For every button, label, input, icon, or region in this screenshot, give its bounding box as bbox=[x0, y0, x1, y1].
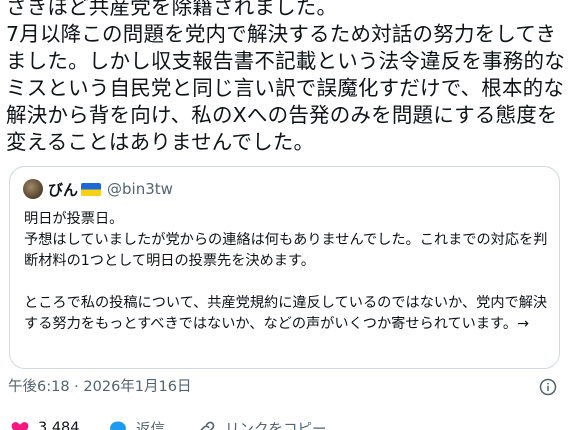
heart-icon bbox=[11, 422, 29, 430]
copy-link-label: リンクをコピー bbox=[225, 422, 327, 430]
quoted-post-header: びん @bin3tw bbox=[23, 179, 173, 199]
quoted-post[interactable]: びん @bin3tw 明日が投票日。 予想はしていましたが党からの連絡は何もあり… bbox=[9, 166, 560, 369]
reply-button[interactable]: 返信 bbox=[108, 418, 165, 430]
copy-link-button[interactable]: リンクをコピー bbox=[197, 418, 327, 430]
reply-bubble-icon bbox=[110, 421, 126, 430]
action-bar: 3,484 返信 リンクをコピー bbox=[0, 418, 576, 430]
info-circle-icon[interactable] bbox=[539, 378, 557, 396]
post-text: さきほど共産党を除籍されました。 7月以降この問題を党内で解決するため対話の努力… bbox=[6, 0, 565, 154]
quoted-author-handle[interactable]: @bin3tw bbox=[107, 180, 173, 198]
post-timestamp[interactable]: 午後6:18 · 2026年1月16日 bbox=[8, 377, 191, 397]
avatar[interactable] bbox=[23, 179, 43, 199]
link-icon bbox=[200, 421, 215, 430]
quoted-author-name[interactable]: びん bbox=[48, 179, 78, 200]
ukraine-flag-emoji bbox=[81, 182, 102, 196]
quoted-post-text: 明日が投票日。 予想はしていましたが党からの連絡は何もありませんでした。これまで… bbox=[24, 211, 548, 332]
reply-label: 返信 bbox=[136, 422, 165, 430]
like-count: 3,484 bbox=[38, 420, 80, 430]
like-button[interactable]: 3,484 bbox=[10, 418, 80, 430]
